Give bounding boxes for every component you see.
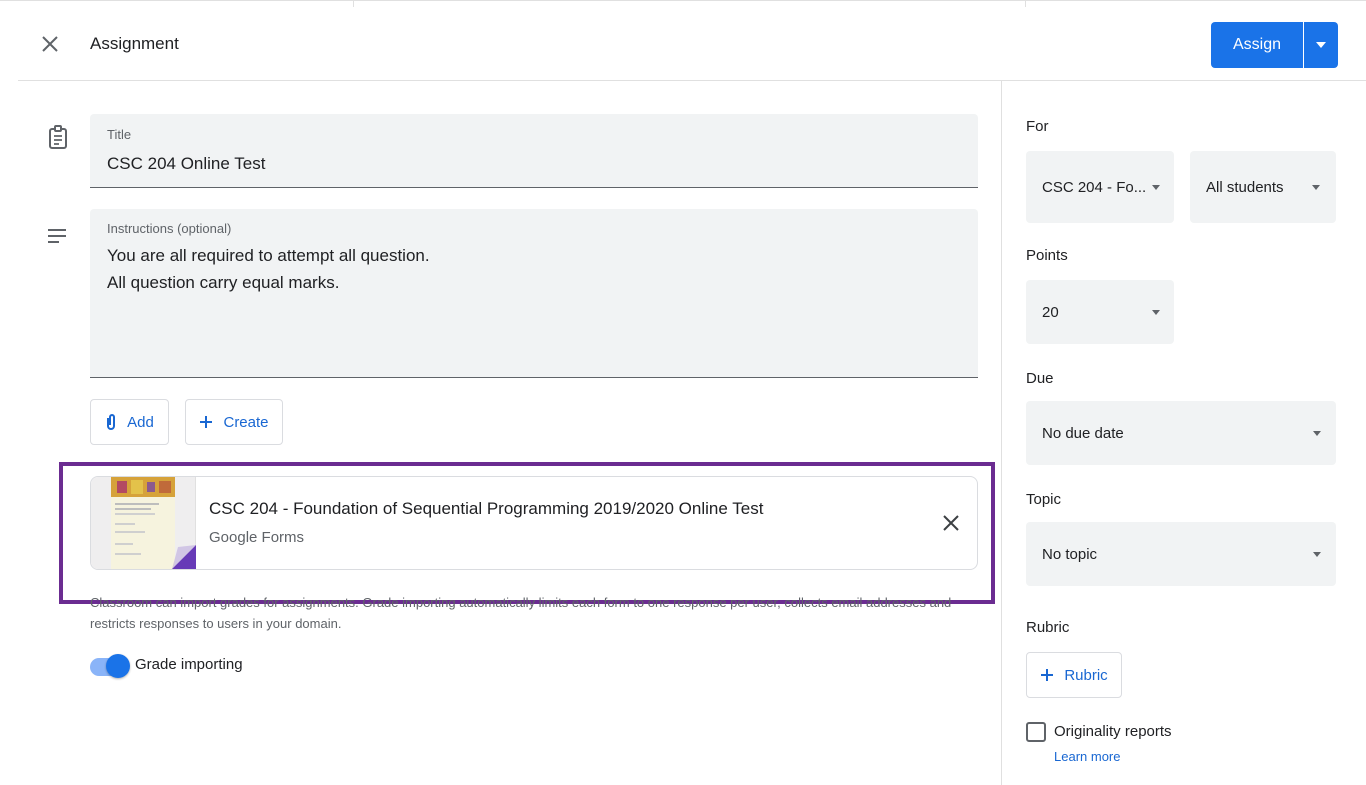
assign-options-button[interactable] <box>1304 22 1338 68</box>
dropdown-arrow-icon <box>1152 310 1160 315</box>
rubric-label: Rubric <box>1026 619 1070 636</box>
originality-reports-label: Originality reports <box>1054 723 1172 740</box>
class-select-value: CSC 204 - Fo... <box>1042 178 1147 196</box>
sidebar-divider <box>1001 81 1002 785</box>
dropdown-arrow-icon <box>1313 431 1321 436</box>
add-rubric-button-label: Rubric <box>1064 666 1108 684</box>
due-label: Due <box>1026 370 1054 387</box>
close-icon[interactable] <box>38 32 62 56</box>
assign-button[interactable]: Assign <box>1211 22 1303 68</box>
topic-select[interactable]: No topic <box>1026 522 1336 586</box>
originality-reports-checkbox[interactable] <box>1026 722 1046 742</box>
grade-importing-label: Grade importing <box>135 656 243 673</box>
dropdown-arrow-icon <box>1313 552 1321 557</box>
instructions-field-value[interactable]: You are all required to attempt all ques… <box>107 242 430 296</box>
header-divider <box>18 80 1366 81</box>
annotation-highlight-box <box>59 462 995 604</box>
title-field[interactable]: Title CSC 204 Online Test <box>90 114 978 188</box>
points-select-value: 20 <box>1042 303 1059 321</box>
students-select-value: All students <box>1206 178 1284 196</box>
top-border <box>0 0 1366 1</box>
attach-icon <box>107 414 116 430</box>
add-button-label: Add <box>127 413 154 431</box>
notes-icon <box>45 226 69 246</box>
instructions-field-label: Instructions (optional) <box>107 221 232 236</box>
title-field-label: Title <box>107 127 132 142</box>
page-title: Assignment <box>90 34 179 53</box>
grade-importing-toggle-knob[interactable] <box>106 654 130 678</box>
caret-down-icon <box>1316 42 1326 48</box>
plus-icon <box>1041 669 1054 681</box>
topic-label: Topic <box>1026 491 1062 508</box>
points-label: Points <box>1026 247 1068 264</box>
plus-icon <box>200 416 213 428</box>
assignment-icon <box>46 124 70 152</box>
learn-more-link[interactable]: Learn more <box>1054 749 1120 764</box>
create-button[interactable]: Create <box>185 399 283 445</box>
for-label: For <box>1026 118 1049 135</box>
dropdown-arrow-icon <box>1152 185 1160 190</box>
due-select[interactable]: No due date <box>1026 401 1336 465</box>
title-field-value[interactable]: CSC 204 Online Test <box>107 150 265 177</box>
students-select[interactable]: All students <box>1190 151 1336 223</box>
grade-import-helper-text: Classroom can import grades for assignme… <box>90 595 952 631</box>
add-rubric-button[interactable]: Rubric <box>1026 652 1122 698</box>
points-select[interactable]: 20 <box>1026 280 1174 344</box>
top-border-tick <box>1025 0 1026 7</box>
top-border-tick <box>353 0 354 7</box>
instructions-field[interactable]: Instructions (optional) You are all requ… <box>90 209 978 378</box>
class-select[interactable]: CSC 204 - Fo... <box>1026 151 1174 223</box>
add-button[interactable]: Add <box>90 399 169 445</box>
due-select-value: No due date <box>1042 424 1124 442</box>
dropdown-arrow-icon <box>1312 185 1320 190</box>
create-button-label: Create <box>223 413 269 431</box>
topic-select-value: No topic <box>1042 545 1098 563</box>
